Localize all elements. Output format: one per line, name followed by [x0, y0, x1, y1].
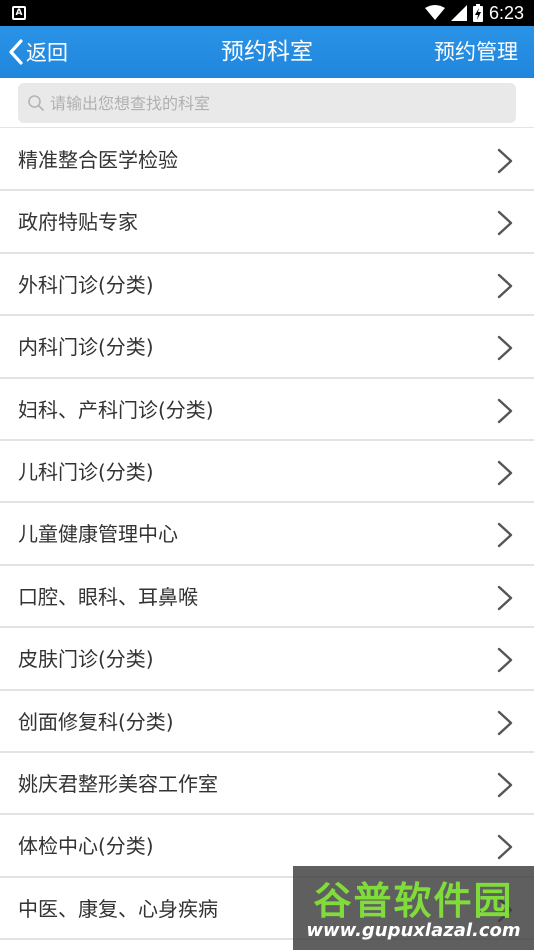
navigation-bar: 返回 预约科室 预约管理: [0, 26, 534, 78]
appointment-management-button[interactable]: 预约管理: [434, 26, 518, 78]
back-button[interactable]: 返回: [8, 26, 68, 78]
department-list: 精准整合医学检验 政府特贴专家 外科门诊(分类) 内科门诊(分类) 妇科、产科门诊(分类…: [0, 129, 534, 941]
department-label: 外科门诊(分类): [18, 272, 154, 297]
department-label: 内科门诊(分类): [18, 335, 154, 360]
department-label: 精准整合医学检验: [18, 148, 178, 172]
department-row[interactable]: 儿科门诊(分类): [0, 440, 534, 504]
department-row[interactable]: 口腔、眼科、耳鼻喉: [0, 565, 534, 629]
department-label: 中医、康复、心身疾病: [18, 896, 218, 921]
search-icon: [28, 95, 44, 111]
battery-icon: [472, 4, 483, 22]
department-row[interactable]: 儿童健康管理中心: [0, 503, 534, 566]
department-row[interactable]: 政府特贴专家: [0, 191, 534, 254]
notification-app-icon: A: [12, 6, 26, 20]
search-box[interactable]: [18, 83, 516, 123]
search-area: [0, 78, 534, 128]
department-label: 儿科门诊(分类): [18, 459, 154, 484]
department-row[interactable]: 妇科、产科门诊(分类): [0, 378, 534, 441]
search-input[interactable]: [50, 93, 490, 113]
chevron-right-icon: [497, 835, 513, 860]
department-row[interactable]: 皮肤门诊(分类): [0, 628, 534, 691]
department-row[interactable]: 精准整合医学检验: [0, 129, 534, 192]
department-label: 姚庆君整形美容工作室: [18, 771, 218, 796]
status-time: 6:23: [488, 2, 524, 23]
chevron-right-icon: [497, 335, 513, 361]
chevron-left-icon: [9, 39, 23, 65]
department-row[interactable]: 姚庆君整形美容工作室: [0, 752, 534, 816]
chevron-right-icon: [497, 647, 513, 673]
watermark-title: 谷普软件园: [313, 879, 514, 923]
chevron-right-icon: [497, 273, 513, 298]
chevron-right-icon: [497, 523, 513, 548]
chevron-right-icon: [497, 148, 513, 174]
watermark-url: www.gupuxlazal.com: [306, 920, 521, 941]
department-label: 口腔、眼科、耳鼻喉: [18, 584, 198, 609]
chevron-right-icon: [497, 710, 513, 735]
department-label: 创面修复科(分类): [18, 709, 174, 734]
chevron-right-icon: [497, 211, 513, 236]
chevron-right-icon: [497, 398, 513, 423]
back-label: 返回: [26, 41, 68, 65]
department-row[interactable]: 创面修复科(分类): [0, 690, 534, 753]
department-row[interactable]: 外科门诊(分类): [0, 253, 534, 317]
chevron-right-icon: [497, 772, 513, 798]
status-icons: 6:23: [424, 0, 524, 26]
department-label: 皮肤门诊(分类): [18, 647, 154, 672]
status-bar: A 6:23: [0, 0, 534, 26]
department-label: 妇科、产科门诊(分类): [18, 397, 214, 422]
chevron-right-icon: [497, 460, 513, 486]
department-row[interactable]: 内科门诊(分类): [0, 316, 534, 379]
department-label: 体检中心(分类): [18, 834, 154, 859]
wifi-icon: [424, 5, 445, 20]
chevron-right-icon: [497, 585, 513, 610]
department-label: 政府特贴专家: [18, 210, 138, 235]
watermark: 谷普软件园 www.gupuxlazal.com: [293, 866, 534, 950]
signal-icon: [450, 5, 467, 21]
department-label: 儿童健康管理中心: [18, 522, 178, 547]
